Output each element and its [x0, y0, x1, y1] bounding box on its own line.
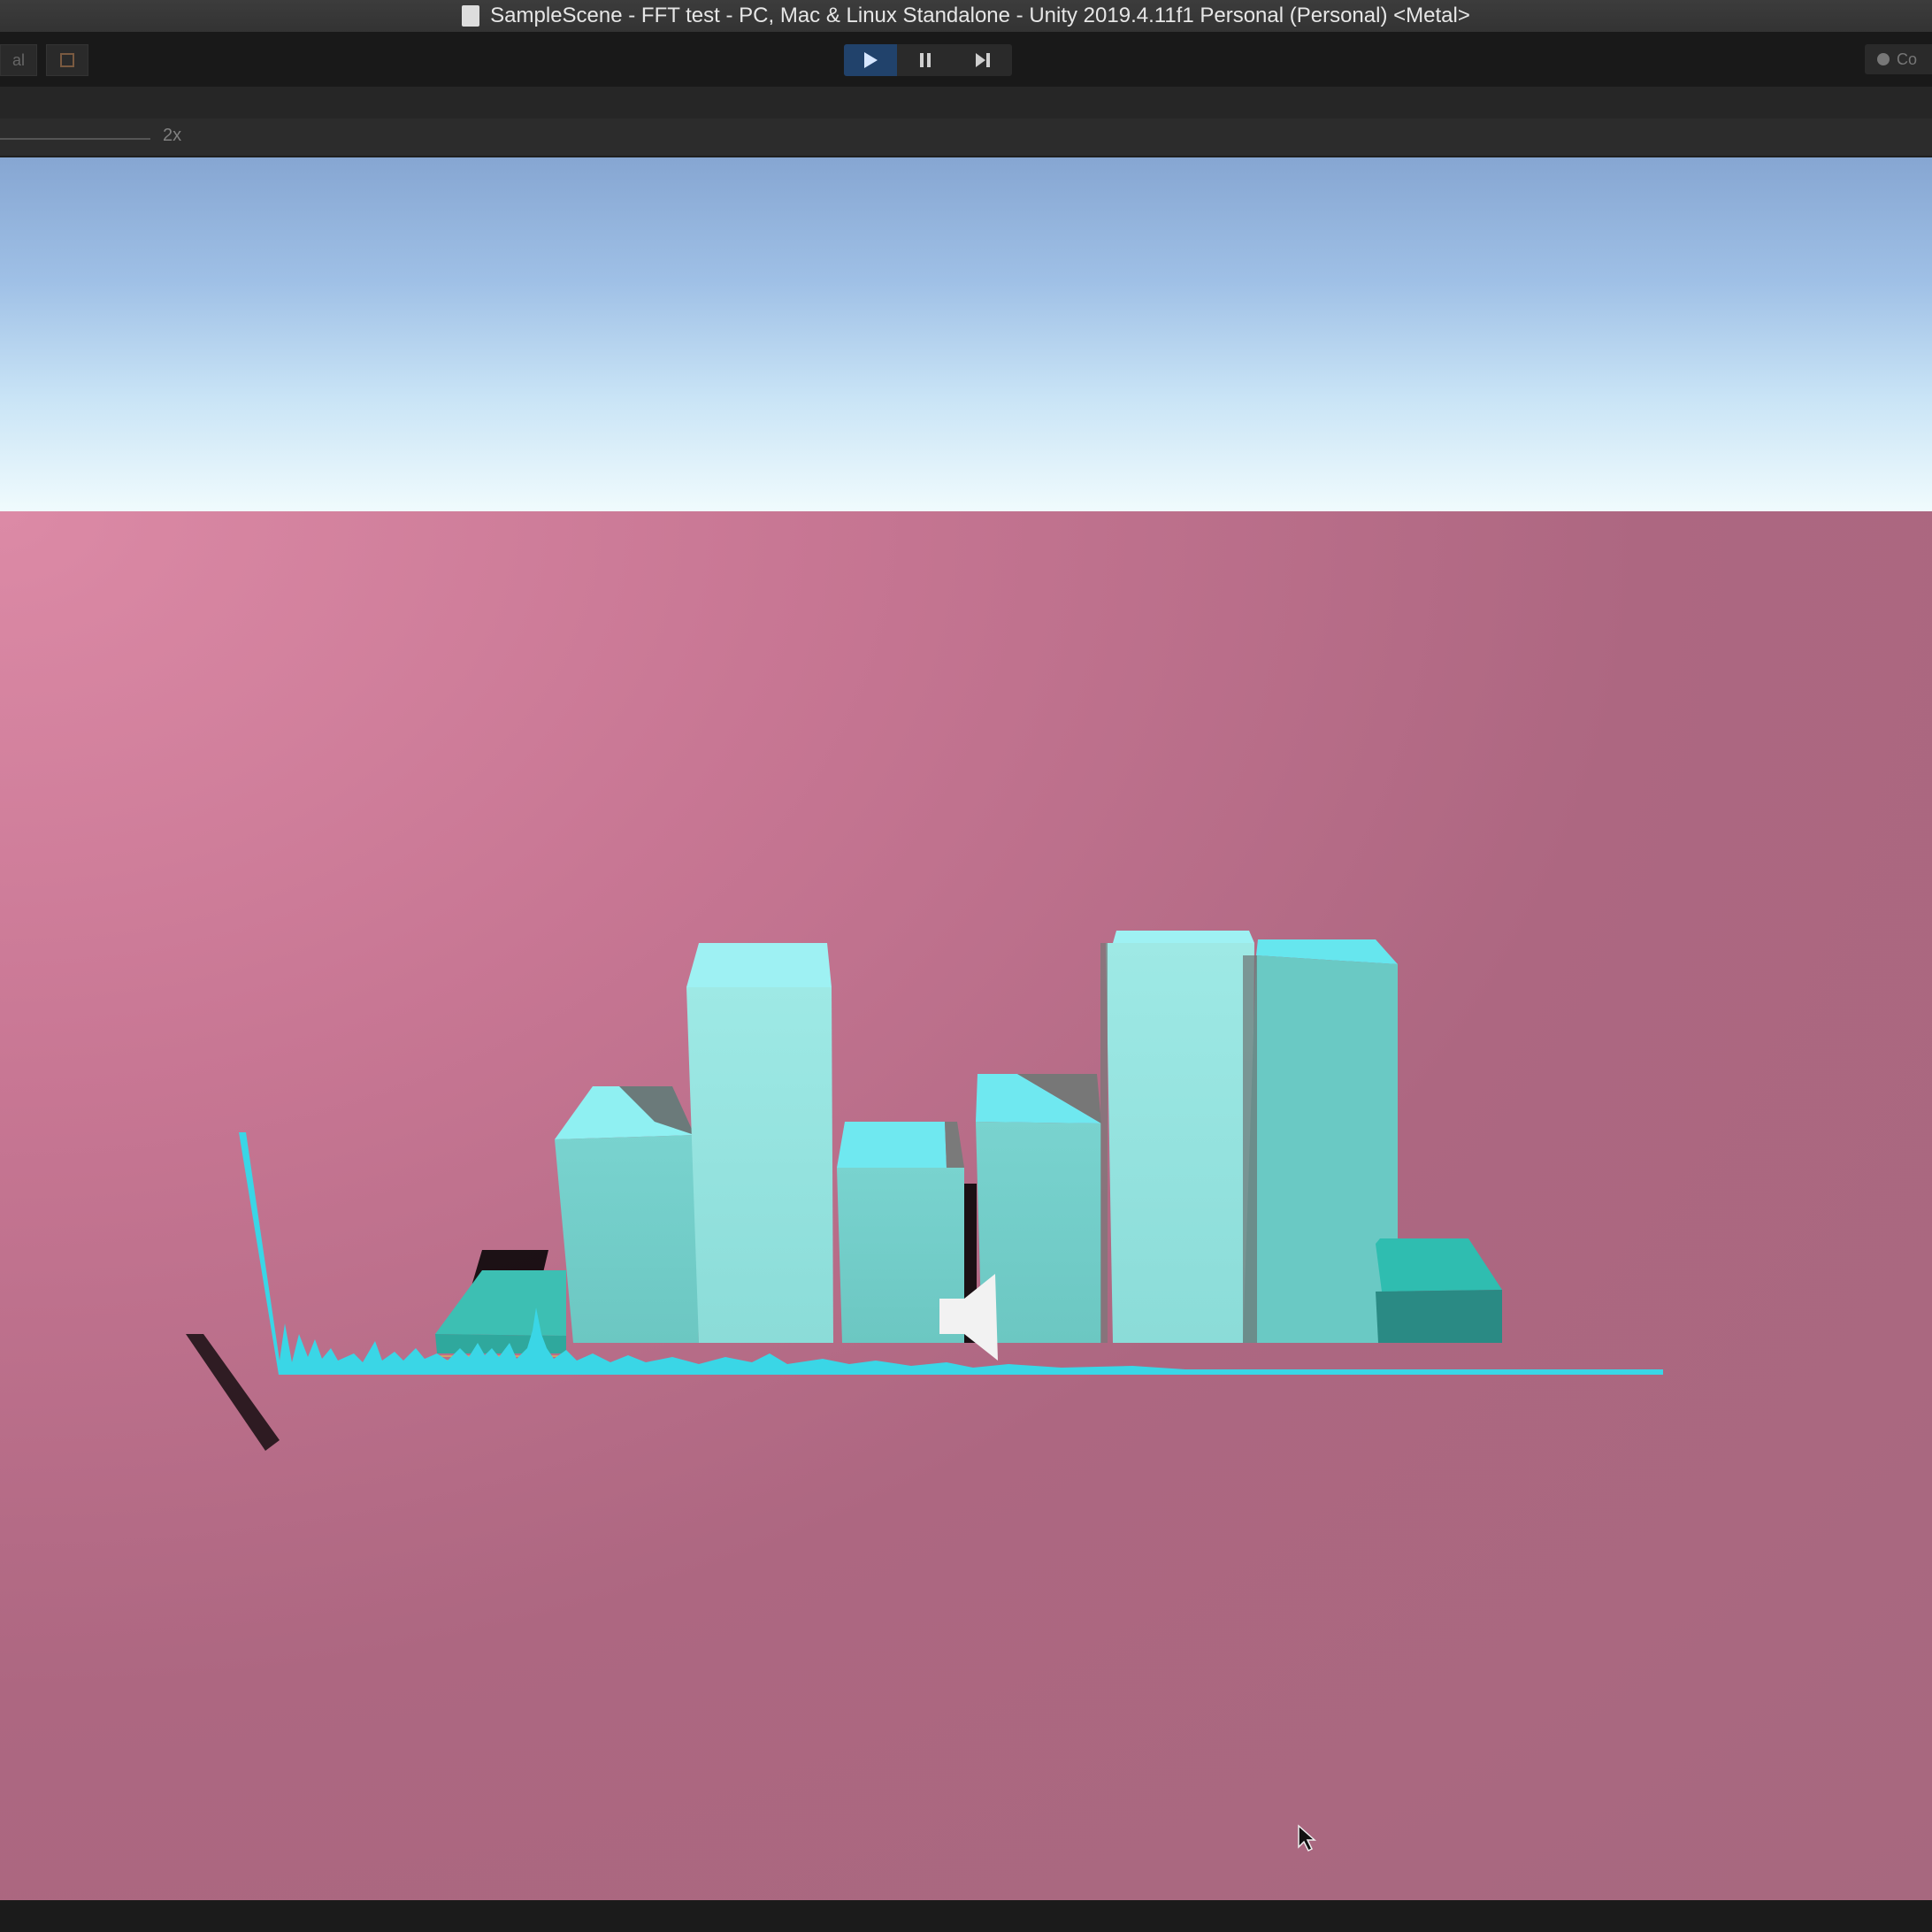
play-button[interactable] [844, 44, 897, 76]
bar-8[interactable] [1376, 1238, 1502, 1343]
bar-3[interactable] [686, 943, 833, 1343]
mouse-cursor-icon [1298, 1824, 1316, 1852]
window-titlebar: SampleScene - FFT test - PC, Mac & Linux… [0, 0, 1932, 32]
spectrum-shadow [186, 1334, 280, 1451]
main-toolbar: al Co [0, 32, 1932, 87]
collab-button[interactable]: Co [1865, 44, 1932, 74]
window-title: SampleScene - FFT test - PC, Mac & Linux… [490, 4, 1470, 27]
status-bar [0, 1900, 1932, 1932]
toolbar-left-label: al [12, 50, 25, 69]
scale-slider[interactable] [0, 138, 150, 140]
step-icon [976, 53, 990, 67]
collab-label: Co [1897, 50, 1918, 68]
play-icon [864, 52, 878, 68]
document-icon [462, 5, 480, 27]
toolbar-tool-button[interactable] [46, 44, 88, 76]
tool-icon [60, 53, 74, 67]
pause-button[interactable] [897, 44, 954, 76]
toolbar-left-button[interactable]: al [0, 44, 37, 76]
pause-icon [920, 53, 931, 67]
step-button[interactable] [954, 44, 1012, 76]
bar-1[interactable] [435, 1270, 567, 1361]
cloud-icon [1877, 53, 1890, 65]
bar-2[interactable] [555, 1086, 699, 1343]
play-controls [844, 44, 1012, 76]
tab-strip [0, 87, 1932, 119]
bar-6[interactable] [1100, 931, 1254, 1343]
scale-label: 2x [163, 126, 182, 145]
game-view-toolbar: 2x [0, 119, 1932, 157]
game-viewport[interactable] [0, 157, 1932, 1900]
scene-objects [186, 931, 1663, 1852]
bar-7[interactable] [1243, 939, 1398, 1343]
